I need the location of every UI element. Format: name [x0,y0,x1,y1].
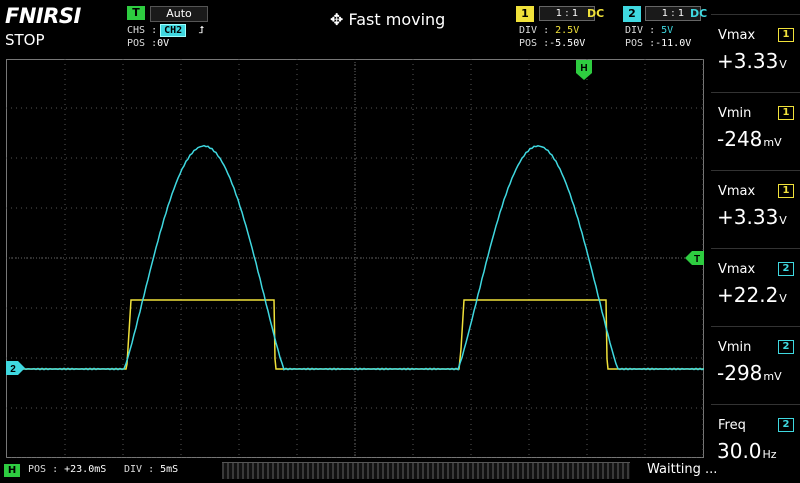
measurement-value: -248mV [717,127,782,151]
measurement-number: -248 [717,127,763,151]
measurement-label: Vmax [718,184,756,199]
measurement-item[interactable]: Vmax 1 +3.33V [711,14,800,93]
ch1-badge[interactable]: 1 [516,6,534,22]
t-marker-label: T [694,254,700,265]
measurement-number: +22.2 [717,283,779,307]
ch1-div: DIV : 2.5V [519,24,579,37]
measurement-number: +3.33 [717,205,779,229]
waveform-display[interactable]: H T 2 [6,59,704,458]
brand-logo: FNIRSI [5,4,81,28]
timebase-pos-value: +23.0mS [64,464,107,475]
measurement-unit: mV [763,370,782,383]
measurement-label: Freq [718,418,746,433]
trigger-pos-value: 0V [157,38,170,49]
measurement-channel: 2 [778,340,794,354]
timebase-div-label: DIV : [124,464,161,475]
measurement-channel: 2 [778,262,794,276]
move-icon: ✥ [330,10,344,29]
measurement-item[interactable]: Vmin 1 -248mV [711,92,800,171]
measurement-value: +22.2V [717,283,787,307]
trigger-source[interactable]: CHS : CH2 ⮥ [127,24,204,37]
measurement-item[interactable]: Vmax 2 +22.2V [711,248,800,327]
trigger-mode-button[interactable]: Auto [150,6,208,22]
timebase-pos-label: POS : [28,464,65,475]
measurement-channel: 1 [778,106,794,120]
trigger-edge-icon: ⮥ [198,25,205,36]
measurement-item[interactable]: Vmax 1 +3.33V [711,170,800,249]
trigger-badge: T [127,6,145,20]
measurement-value: +3.33V [717,205,787,229]
ch1-div-value: 2.5V [555,25,580,36]
timebase-badge: H [4,464,20,477]
run-state[interactable]: STOP [5,31,45,49]
ch2-div-value: 5V [661,25,674,36]
trigger-level: POS :0V [127,38,169,49]
timebase-div: DIV : 5mS [124,464,178,475]
measurement-unit: V [779,214,787,227]
ch2-div: DIV : 5V [625,24,673,37]
memory-scrollbar[interactable] [222,462,630,479]
measurement-number: +3.33 [717,49,779,73]
measurement-value: 30.0Hz [717,439,777,463]
measurement-channel: 1 [778,184,794,198]
hint-text: ✥ Fast moving [330,10,445,29]
measurement-label: Vmax [718,262,756,277]
measurement-channel: 2 [778,418,794,432]
measurement-label: Vmin [718,340,752,355]
chs-label: CHS : [127,25,158,36]
ch2-pos-value: -11.0V [655,38,692,49]
measurement-number: 30.0 [717,439,762,463]
ch2-pos: POS :-11.0V [625,37,691,50]
ch2-div-label: DIV : [625,25,656,36]
hint-label: Fast moving [348,10,446,29]
chs-value: CH2 [160,24,187,37]
ch2-pos-label: POS : [625,38,656,49]
measurement-number: -298 [717,361,763,385]
measurement-unit: V [779,292,787,305]
measurement-label: Vmax [718,28,756,43]
ch1-pos: POS :-5.50V [519,37,585,50]
measurement-value: +3.33V [717,49,787,73]
ch1-coupling[interactable]: DC [587,7,604,20]
ch2-marker-label: 2 [10,364,16,375]
measurement-label: Vmin [718,106,752,121]
measurement-value: -298mV [717,361,782,385]
ch1-pos-label: POS : [519,38,550,49]
ch1-pos-value: -5.50V [549,38,586,49]
measurement-item[interactable]: Vmin 2 -298mV [711,326,800,405]
measurement-unit: mV [763,136,782,149]
ch2-coupling[interactable]: DC [690,7,707,20]
measurement-unit: V [779,58,787,71]
measurement-unit: Hz [762,448,777,461]
timebase-div-value: 5mS [160,464,179,475]
timebase-pos: POS : +23.0mS [28,464,106,475]
measurement-channel: 1 [778,28,794,42]
ch1-div-label: DIV : [519,25,550,36]
ch2-badge[interactable]: 2 [623,6,641,22]
measurement-item[interactable]: Freq 2 30.0Hz [711,404,800,483]
trigger-pos-label: POS : [127,38,158,49]
h-marker-label: H [580,63,587,74]
acquisition-status: Waitting ... [647,462,718,477]
